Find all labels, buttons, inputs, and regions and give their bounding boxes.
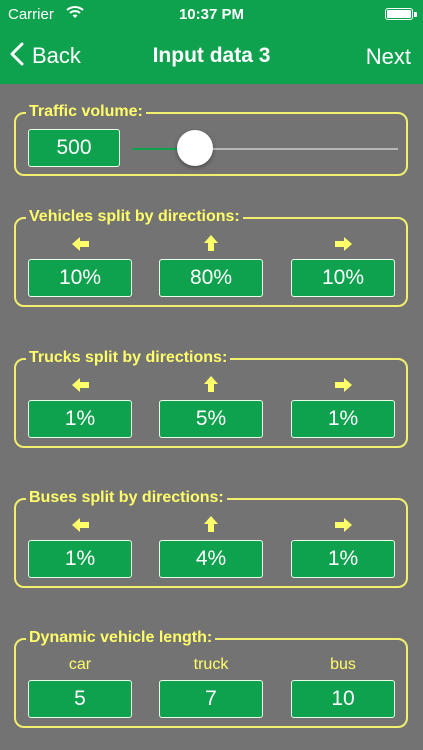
vehicles-straight-field[interactable]: 80% bbox=[159, 259, 263, 297]
trucks-left-field[interactable]: 1% bbox=[28, 400, 132, 438]
arrow-up-icon bbox=[191, 514, 231, 534]
arrow-right-icon bbox=[324, 375, 364, 395]
buses-split-section: Buses split by directions: 1% 4% 1% bbox=[14, 488, 408, 588]
back-chevron-icon bbox=[10, 42, 24, 71]
buses-straight-field[interactable]: 4% bbox=[159, 540, 263, 578]
truck-length-field[interactable]: 7 bbox=[159, 680, 263, 718]
trucks-split-section: Trucks split by directions: 1% 5% 1% bbox=[14, 348, 408, 448]
status-bar: Carrier 10:37 PM bbox=[0, 0, 423, 28]
traffic-volume-label: Traffic volume: bbox=[26, 102, 146, 122]
clock-time: 10:37 PM bbox=[178, 6, 245, 23]
bus-label: bus bbox=[330, 656, 356, 673]
arrow-left-icon bbox=[60, 515, 100, 535]
traffic-volume-slider-thumb[interactable] bbox=[177, 130, 213, 166]
arrow-left-icon bbox=[60, 375, 100, 395]
battery-icon bbox=[385, 8, 417, 20]
truck-label: truck bbox=[193, 656, 229, 673]
buses-left-field[interactable]: 1% bbox=[28, 540, 132, 578]
next-button[interactable]: Next bbox=[366, 44, 411, 70]
arrow-up-icon bbox=[191, 374, 231, 394]
vehicles-left-field[interactable]: 10% bbox=[28, 259, 132, 297]
arrow-up-icon bbox=[191, 233, 231, 253]
vehicles-split-label: Vehicles split by directions: bbox=[26, 207, 243, 227]
slider-track-empty[interactable] bbox=[206, 148, 398, 150]
bus-length-field[interactable]: 10 bbox=[291, 680, 395, 718]
arrow-right-icon bbox=[324, 234, 364, 254]
trucks-straight-field[interactable]: 5% bbox=[159, 400, 263, 438]
vehicles-right-field[interactable]: 10% bbox=[291, 259, 395, 297]
arrow-right-icon bbox=[324, 515, 364, 535]
trucks-right-field[interactable]: 1% bbox=[291, 400, 395, 438]
dynamic-length-section: Dynamic vehicle length: car truck bus 5 … bbox=[14, 628, 408, 728]
vehicles-split-section: Vehicles split by directions: 10% 80% 10… bbox=[14, 207, 408, 307]
buses-right-field[interactable]: 1% bbox=[291, 540, 395, 578]
dynamic-length-label: Dynamic vehicle length: bbox=[26, 628, 216, 648]
buses-split-label: Buses split by directions: bbox=[26, 488, 227, 508]
car-length-field[interactable]: 5 bbox=[28, 680, 132, 718]
trucks-split-label: Trucks split by directions: bbox=[26, 348, 231, 368]
back-label: Back bbox=[32, 43, 81, 68]
arrow-left-icon bbox=[60, 234, 100, 254]
back-button[interactable]: Back bbox=[10, 40, 81, 72]
traffic-volume-field[interactable]: 500 bbox=[28, 129, 120, 167]
car-label: car bbox=[68, 656, 92, 673]
navigation-bar: Back Input data 3 Next bbox=[0, 28, 423, 84]
traffic-volume-section: Traffic volume: 500 bbox=[14, 102, 408, 176]
